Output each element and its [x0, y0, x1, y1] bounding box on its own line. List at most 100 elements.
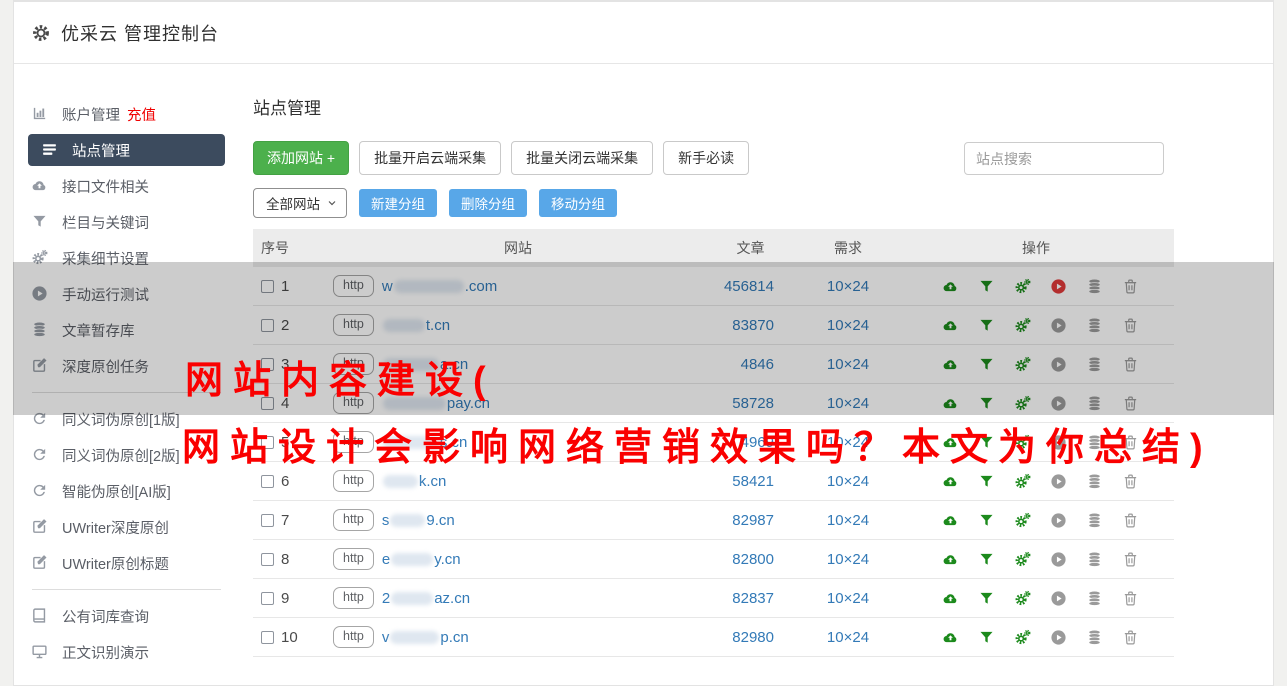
trash-icon[interactable] — [1122, 278, 1139, 295]
database-icon[interactable] — [1086, 512, 1103, 529]
funnel-icon[interactable] — [978, 551, 995, 568]
new-group-button[interactable]: 新建分组 — [359, 189, 437, 217]
play-icon[interactable] — [1050, 629, 1067, 646]
sidebar-item-4[interactable]: 采集细节设置 — [14, 240, 239, 276]
site-domain-link[interactable]: e y.cn — [382, 551, 461, 568]
sidebar-item-7[interactable]: 深度原创任务 — [14, 348, 239, 384]
play-icon[interactable] — [1050, 395, 1067, 412]
funnel-icon[interactable] — [978, 473, 995, 490]
gears-icon[interactable] — [1014, 473, 1031, 490]
site-domain-link[interactable]: w .com — [382, 278, 497, 295]
cloud-upload-icon[interactable] — [942, 590, 959, 607]
funnel-icon[interactable] — [978, 317, 995, 334]
play-icon[interactable] — [1050, 473, 1067, 490]
cloud-upload-icon[interactable] — [942, 512, 959, 529]
database-icon[interactable] — [1086, 473, 1103, 490]
database-icon[interactable] — [1086, 434, 1103, 451]
row-checkbox[interactable] — [261, 513, 274, 527]
gears-icon[interactable] — [1014, 395, 1031, 412]
row-checkbox[interactable] — [261, 318, 274, 332]
sidebar-item-9[interactable]: 同义词伪原创[2版] — [14, 437, 239, 473]
database-icon[interactable] — [1086, 590, 1103, 607]
sidebar-item-14[interactable]: 正文识别演示 — [14, 634, 239, 670]
sidebar-item-6[interactable]: 文章暂存库 — [14, 312, 239, 348]
row-checkbox[interactable] — [261, 357, 274, 371]
site-search-input[interactable] — [964, 142, 1164, 175]
gears-icon[interactable] — [1014, 551, 1031, 568]
funnel-icon[interactable] — [978, 512, 995, 529]
play-icon[interactable] — [1050, 590, 1067, 607]
newbie-guide-button[interactable]: 新手必读 — [663, 141, 750, 175]
trash-icon[interactable] — [1122, 356, 1139, 373]
row-checkbox[interactable] — [261, 552, 274, 566]
batch-enable-collect-button[interactable]: 批量开启云端采集 — [359, 141, 502, 175]
row-checkbox[interactable] — [261, 279, 274, 293]
site-domain-link[interactable]: 2 az.cn — [382, 590, 470, 607]
trash-icon[interactable] — [1122, 512, 1139, 529]
sidebar-item-11[interactable]: UWriter深度原创 — [14, 509, 239, 545]
play-icon[interactable] — [1050, 551, 1067, 568]
site-domain-link[interactable]: s.cn — [382, 434, 467, 451]
gears-icon[interactable] — [1014, 629, 1031, 646]
database-icon[interactable] — [1086, 317, 1103, 334]
sidebar-item-5[interactable]: 手动运行测试 — [14, 276, 239, 312]
database-icon[interactable] — [1086, 629, 1103, 646]
row-checkbox[interactable] — [261, 630, 274, 644]
row-checkbox[interactable] — [261, 396, 274, 410]
move-group-button[interactable]: 移动分组 — [539, 189, 617, 217]
database-icon[interactable] — [1086, 551, 1103, 568]
cloud-upload-icon[interactable] — [942, 317, 959, 334]
site-domain-link[interactable]: t.cn — [382, 317, 450, 334]
cloud-upload-icon[interactable] — [942, 629, 959, 646]
sidebar-item-12[interactable]: UWriter原创标题 — [14, 545, 239, 581]
trash-icon[interactable] — [1122, 473, 1139, 490]
cloud-upload-icon[interactable] — [942, 551, 959, 568]
play-icon[interactable] — [1050, 278, 1067, 295]
gears-icon[interactable] — [1014, 356, 1031, 373]
funnel-icon[interactable] — [978, 395, 995, 412]
sidebar-item-0[interactable]: 账户管理 充值 — [14, 96, 239, 132]
play-icon[interactable] — [1050, 512, 1067, 529]
funnel-icon[interactable] — [978, 590, 995, 607]
cloud-upload-icon[interactable] — [942, 473, 959, 490]
funnel-icon[interactable] — [978, 356, 995, 373]
gears-icon[interactable] — [1014, 317, 1031, 334]
cloud-upload-icon[interactable] — [942, 356, 959, 373]
trash-icon[interactable] — [1122, 629, 1139, 646]
trash-icon[interactable] — [1122, 551, 1139, 568]
recharge-link[interactable]: 充值 — [127, 104, 156, 125]
row-checkbox[interactable] — [261, 474, 274, 488]
sidebar-item-13[interactable]: 公有词库查询 — [14, 598, 239, 634]
row-checkbox[interactable] — [261, 435, 274, 449]
gears-icon[interactable] — [1014, 512, 1031, 529]
sidebar-item-8[interactable]: 同义词伪原创[1版] — [14, 401, 239, 437]
trash-icon[interactable] — [1122, 317, 1139, 334]
sidebar-item-1[interactable]: 站点管理 — [28, 134, 225, 166]
play-icon[interactable] — [1050, 317, 1067, 334]
add-site-button[interactable]: 添加网站 + — [253, 141, 350, 175]
database-icon[interactable] — [1086, 356, 1103, 373]
site-domain-link[interactable]: pay.cn — [382, 395, 490, 412]
site-domain-link[interactable]: a.cn — [382, 356, 468, 373]
site-domain-link[interactable]: s 9.cn — [382, 512, 455, 529]
cloud-upload-icon[interactable] — [942, 395, 959, 412]
batch-disable-collect-button[interactable]: 批量关闭云端采集 — [511, 141, 654, 175]
delete-group-button[interactable]: 删除分组 — [449, 189, 527, 217]
cloud-upload-icon[interactable] — [942, 434, 959, 451]
gears-icon[interactable] — [1014, 590, 1031, 607]
cloud-upload-icon[interactable] — [942, 278, 959, 295]
database-icon[interactable] — [1086, 395, 1103, 412]
play-icon[interactable] — [1050, 434, 1067, 451]
trash-icon[interactable] — [1122, 434, 1139, 451]
sidebar-item-10[interactable]: 智能伪原创[AI版] — [14, 473, 239, 509]
sidebar-item-2[interactable]: 接口文件相关 — [14, 168, 239, 204]
funnel-icon[interactable] — [978, 629, 995, 646]
trash-icon[interactable] — [1122, 590, 1139, 607]
play-icon[interactable] — [1050, 356, 1067, 373]
row-checkbox[interactable] — [261, 591, 274, 605]
site-domain-link[interactable]: k.cn — [382, 473, 446, 490]
group-filter-select[interactable]: 全部网站 — [253, 188, 347, 218]
database-icon[interactable] — [1086, 278, 1103, 295]
funnel-icon[interactable] — [978, 434, 995, 451]
gears-icon[interactable] — [1014, 434, 1031, 451]
